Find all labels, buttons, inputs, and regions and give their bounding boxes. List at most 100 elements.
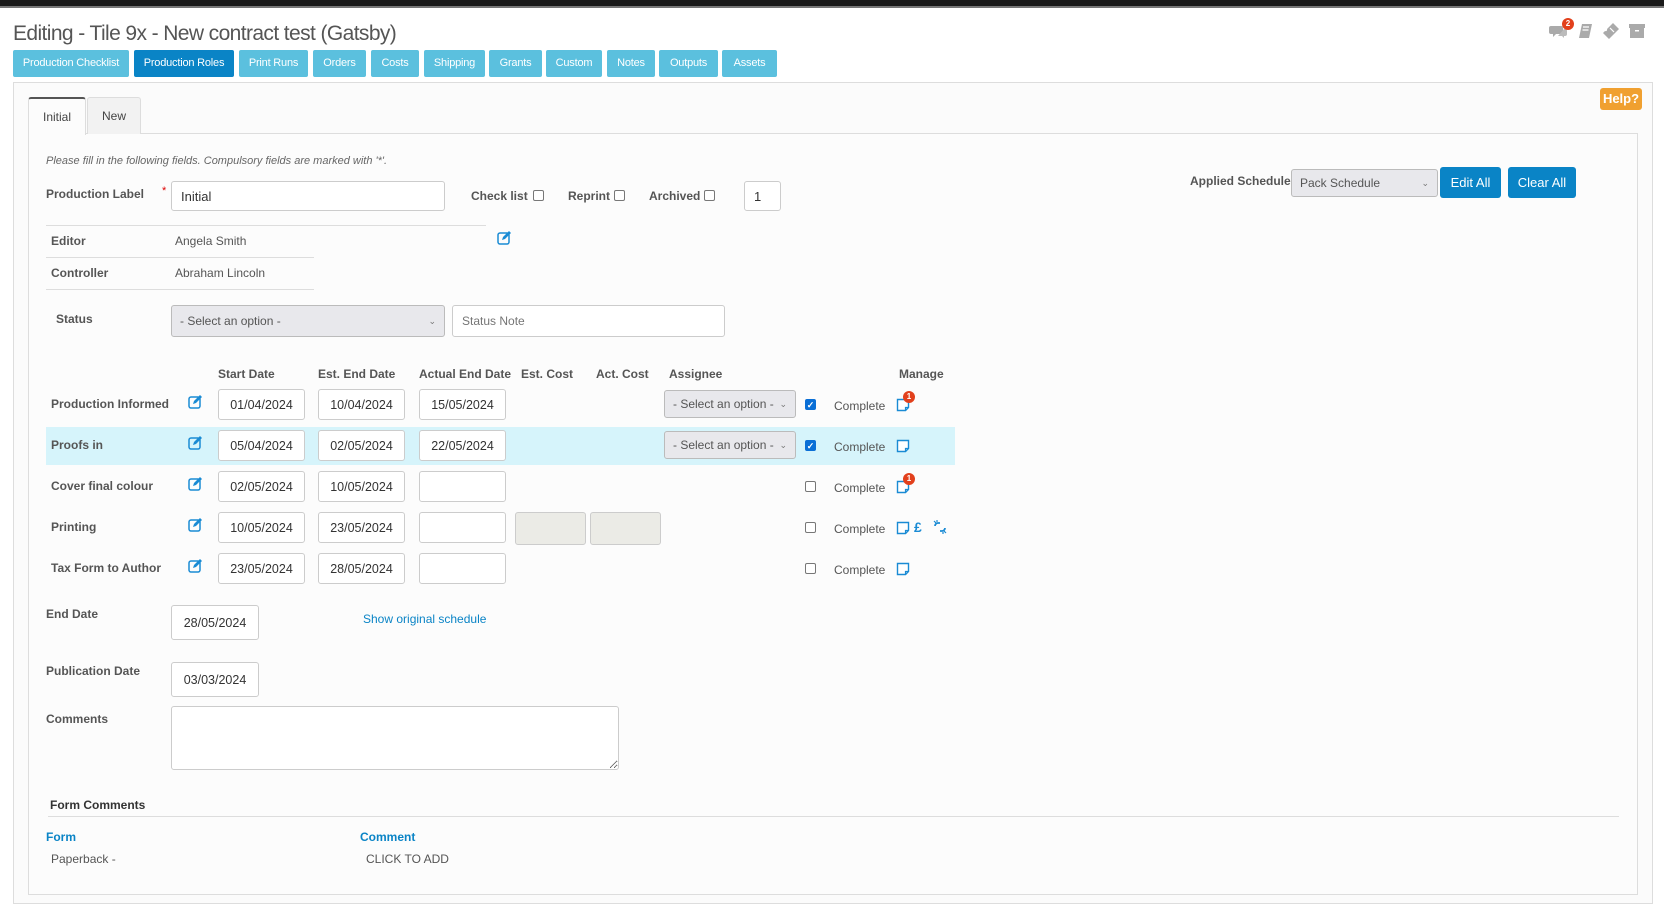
nav-notes[interactable]: Notes: [607, 50, 655, 77]
complete-label: Complete: [834, 399, 886, 413]
edit-task-icon[interactable]: [188, 436, 202, 450]
note-icon[interactable]: [896, 521, 910, 535]
chevron-down-icon: ⌄: [1421, 177, 1429, 188]
chevron-down-icon: ⌄: [428, 315, 436, 326]
task-name: Cover final colour: [51, 479, 154, 493]
complete-label: Complete: [834, 440, 886, 454]
start-date-input[interactable]: 01/04/2024: [218, 389, 305, 420]
nav-production-roles[interactable]: Production Roles: [134, 50, 234, 77]
production-label-label: Production Label: [46, 187, 145, 201]
edit-roles-icon[interactable]: [497, 231, 511, 245]
header-est-cost: Est. Cost: [521, 367, 574, 381]
chevron-down-icon: ⌄: [779, 398, 787, 409]
complete-checkbox[interactable]: [805, 522, 816, 533]
start-date-input[interactable]: 02/05/2024: [218, 471, 305, 502]
actual-end-date-input[interactable]: [419, 512, 506, 543]
est-end-date-input[interactable]: 10/04/2024: [318, 389, 405, 420]
end-date-label: End Date: [46, 607, 99, 621]
note-icon[interactable]: [896, 439, 910, 453]
edit-all-button[interactable]: Edit All: [1440, 167, 1501, 198]
est-end-date-input[interactable]: 23/05/2024: [318, 512, 405, 543]
complete-checkbox[interactable]: [805, 481, 816, 492]
note-count-badge: 1: [903, 391, 915, 403]
publication-date-label: Publication Date: [46, 664, 141, 678]
form-comment-row-comment[interactable]: CLICK TO ADD: [366, 852, 449, 866]
start-date-input[interactable]: 23/05/2024: [218, 553, 305, 584]
status-select[interactable]: - Select an option - ⌄: [171, 305, 445, 337]
comments-badge: 2: [1562, 18, 1574, 30]
end-date-input[interactable]: 28/05/2024: [171, 605, 259, 640]
comments-textarea[interactable]: [171, 706, 619, 770]
assignee-value: - Select an option -: [673, 397, 774, 411]
status-note-input[interactable]: [452, 305, 725, 337]
complete-checkbox[interactable]: [805, 563, 816, 574]
note-icon[interactable]: [896, 562, 910, 576]
assignee-select[interactable]: - Select an option - ⌄: [664, 431, 796, 459]
book-icon[interactable]: [1577, 22, 1595, 40]
act-cost-input[interactable]: [590, 512, 661, 545]
publication-date-input[interactable]: 03/03/2024: [171, 662, 259, 697]
applied-schedule-select[interactable]: Pack Schedule ⌄: [1291, 169, 1438, 197]
reprint-label: Reprint: [568, 189, 610, 203]
complete-checkbox[interactable]: ✓: [805, 399, 816, 410]
pound-cost-icon[interactable]: £: [914, 519, 922, 535]
applied-schedule-value: Pack Schedule: [1300, 176, 1381, 190]
divider: [48, 816, 1619, 817]
assignee-select[interactable]: - Select an option - ⌄: [664, 390, 796, 418]
est-end-date-input[interactable]: 10/05/2024: [318, 471, 405, 502]
actual-end-date-input[interactable]: [419, 553, 506, 584]
unlink-icon[interactable]: [933, 520, 947, 534]
help-button[interactable]: Help?: [1600, 88, 1642, 110]
nav-orders[interactable]: Orders: [313, 50, 366, 77]
edit-task-icon[interactable]: [188, 518, 202, 532]
assignee-value: - Select an option -: [673, 438, 774, 452]
archived-checkbox[interactable]: [704, 190, 715, 201]
complete-checkbox[interactable]: ✓: [805, 440, 816, 451]
nav-production-checklist[interactable]: Production Checklist: [13, 50, 129, 77]
nav-print-runs[interactable]: Print Runs: [239, 50, 308, 77]
chevron-down-icon: ⌄: [779, 439, 787, 450]
header-actual-end-date: Actual End Date: [419, 367, 512, 381]
nav-shipping[interactable]: Shipping: [424, 50, 485, 77]
clear-all-button[interactable]: Clear All: [1508, 167, 1576, 198]
check-list-label: Check list: [471, 189, 528, 203]
edit-task-icon[interactable]: [188, 395, 202, 409]
check-list-checkbox[interactable]: [533, 190, 544, 201]
header-act-cost: Act. Cost: [596, 367, 649, 381]
start-date-input[interactable]: 05/04/2024: [218, 430, 305, 461]
tab-initial[interactable]: Initial: [28, 97, 86, 135]
archive-icon[interactable]: [1628, 22, 1646, 40]
nav-custom[interactable]: Custom: [546, 50, 602, 77]
tab-new[interactable]: New: [87, 97, 141, 134]
task-name: Production Informed: [51, 397, 169, 411]
status-label: Status: [56, 312, 93, 326]
show-original-schedule-link[interactable]: Show original schedule: [363, 612, 486, 626]
actual-end-date-input[interactable]: [419, 471, 506, 502]
reprint-checkbox[interactable]: [614, 190, 625, 201]
editor-value: Angela Smith: [175, 234, 247, 248]
task-name: Proofs in: [51, 438, 104, 452]
ticket-icon[interactable]: [1602, 22, 1620, 40]
edit-task-icon[interactable]: [188, 477, 202, 491]
header-assignee: Assignee: [669, 367, 723, 381]
nav-outputs[interactable]: Outputs: [659, 50, 718, 77]
complete-label: Complete: [834, 481, 886, 495]
actual-end-date-input[interactable]: 22/05/2024: [419, 430, 506, 461]
edit-task-icon[interactable]: [188, 559, 202, 573]
est-end-date-input[interactable]: 02/05/2024: [318, 430, 405, 461]
nav-grants[interactable]: Grants: [489, 50, 542, 77]
est-cost-input[interactable]: [515, 512, 586, 545]
controller-value: Abraham Lincoln: [175, 266, 266, 280]
start-date-input[interactable]: 10/05/2024: [218, 512, 305, 543]
controller-label: Controller: [51, 266, 109, 280]
actual-end-date-input[interactable]: 15/05/2024: [419, 389, 506, 420]
est-end-date-input[interactable]: 28/05/2024: [318, 553, 405, 584]
sequence-number-input[interactable]: 1: [744, 181, 781, 211]
complete-label: Complete: [834, 522, 886, 536]
nav-costs[interactable]: Costs: [371, 50, 419, 77]
nav-assets[interactable]: Assets: [722, 50, 777, 77]
page-title: Editing - Tile 9x - New contract test (G…: [13, 22, 397, 45]
form-column-header: Form: [46, 830, 76, 844]
note-count-badge: 1: [903, 473, 915, 485]
production-label-input[interactable]: Initial: [171, 181, 445, 211]
